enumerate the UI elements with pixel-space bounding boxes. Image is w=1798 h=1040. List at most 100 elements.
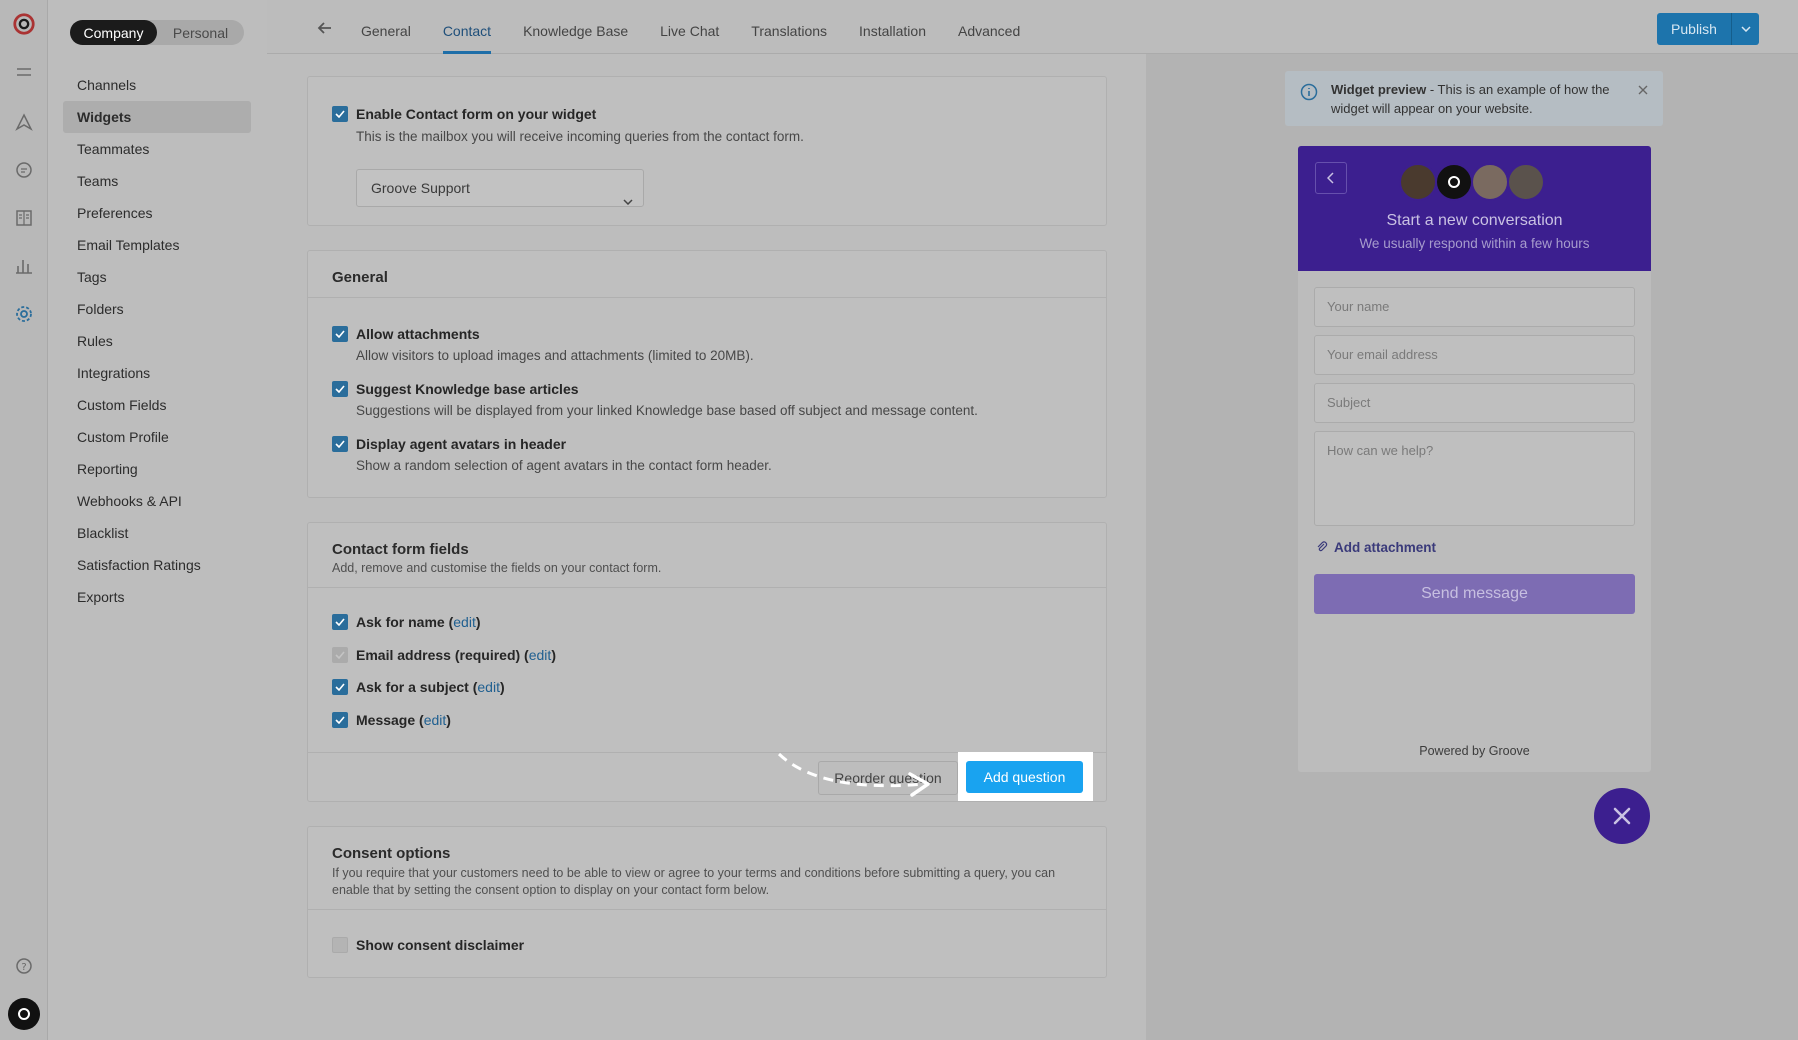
general-card: General Allow attachments Allow visitors… <box>307 250 1107 498</box>
sidebar-item-blacklist[interactable]: Blacklist <box>63 517 251 549</box>
app-rail: ? <box>0 0 48 1040</box>
mailbox-select[interactable]: Groove Support <box>356 169 644 207</box>
field-message-label: Message <box>356 712 416 728</box>
sidebar-item-preferences[interactable]: Preferences <box>63 197 251 229</box>
back-arrow-icon[interactable] <box>315 18 335 38</box>
top-bar: General Contact Knowledge Base Live Chat… <box>267 0 1531 54</box>
tab-general[interactable]: General <box>345 0 427 54</box>
consent-option-label: Show consent disclaimer <box>356 937 525 953</box>
navigation-arrow-icon[interactable] <box>12 110 36 134</box>
field-name-label: Ask for name <box>356 614 445 630</box>
field-name-row: Ask for name (edit) <box>356 614 481 630</box>
tab-knowledge-base[interactable]: Knowledge Base <box>507 0 644 54</box>
widget-title: Start a new conversation <box>1386 212 1563 229</box>
field-subject-checkbox[interactable] <box>332 679 348 695</box>
send-message-button[interactable]: Send message <box>1314 574 1635 614</box>
agent-avatar <box>1507 163 1545 201</box>
field-email-edit-link[interactable]: edit <box>529 647 552 663</box>
sidebar-item-tags[interactable]: Tags <box>63 261 251 293</box>
widget-subject-field[interactable]: Subject <box>1314 383 1635 423</box>
reports-icon[interactable] <box>12 254 36 278</box>
toggle-company[interactable]: Company <box>70 20 157 45</box>
widget-message-field[interactable]: How can we help? <box>1314 431 1635 526</box>
field-email-row: Email address (required) (edit) <box>356 647 556 663</box>
field-email-checkbox <box>332 647 348 663</box>
book-icon[interactable] <box>12 206 36 230</box>
sidebar-item-custom-fields[interactable]: Custom Fields <box>63 389 251 421</box>
consent-checkbox[interactable] <box>332 937 348 953</box>
company-personal-toggle[interactable]: Company Personal <box>70 20 244 45</box>
contact-fields-title: Contact form fields <box>332 541 469 558</box>
widget-back-chevron-icon[interactable] <box>1315 162 1347 194</box>
add-attachment-label: Add attachment <box>1334 540 1437 555</box>
sidebar-item-channels[interactable]: Channels <box>63 69 251 101</box>
sidebar-item-teammates[interactable]: Teammates <box>63 133 251 165</box>
contact-fields-desc: Add, remove and customise the fields on … <box>332 561 662 575</box>
widget-preview: Start a new conversation We usually resp… <box>1298 146 1651 772</box>
widget-name-field[interactable]: Your name <box>1314 287 1635 327</box>
help-icon[interactable]: ? <box>12 954 36 978</box>
add-attachment-link[interactable]: Add attachment <box>1316 540 1436 555</box>
close-widget-button[interactable] <box>1594 788 1650 844</box>
chevron-down-icon <box>623 182 633 218</box>
publish-button-group: Publish <box>1657 13 1759 45</box>
field-subject-label: Ask for a subject <box>356 679 469 695</box>
sidebar-item-exports[interactable]: Exports <box>63 581 251 613</box>
publish-dropdown-chevron-icon[interactable] <box>1731 13 1759 45</box>
tab-advanced[interactable]: Advanced <box>942 0 1036 54</box>
sidebar-item-folders[interactable]: Folders <box>63 293 251 325</box>
publish-button[interactable]: Publish <box>1657 13 1731 45</box>
agent-avatar <box>1435 163 1473 201</box>
widget-email-field[interactable]: Your email address <box>1314 335 1635 375</box>
user-avatar[interactable] <box>8 998 40 1030</box>
tab-translations[interactable]: Translations <box>735 0 843 54</box>
agent-avatars <box>1399 163 1545 201</box>
suggest-kb-checkbox[interactable] <box>332 381 348 397</box>
widget-subtitle: We usually respond within a few hours <box>1359 236 1590 251</box>
allow-attachments-label: Allow attachments <box>356 326 480 342</box>
sidebar-item-integrations[interactable]: Integrations <box>63 357 251 389</box>
close-info-icon[interactable] <box>1637 84 1649 96</box>
enable-contact-label: Enable Contact form on your widget <box>356 106 597 122</box>
mailbox-select-value: Groove Support <box>371 180 470 196</box>
chat-icon[interactable] <box>12 158 36 182</box>
tab-contact[interactable]: Contact <box>427 0 507 54</box>
display-avatars-checkbox[interactable] <box>332 436 348 452</box>
contact-fields-header: Contact form fields Add, remove and cust… <box>308 523 1106 588</box>
field-message-checkbox[interactable] <box>332 712 348 728</box>
sidebar-item-widgets[interactable]: Widgets <box>63 101 251 133</box>
sidebar-item-webhooks-api[interactable]: Webhooks & API <box>63 485 251 517</box>
enable-contact-checkbox[interactable] <box>332 106 348 122</box>
allow-attachments-checkbox[interactable] <box>332 326 348 342</box>
agent-avatar <box>1471 163 1509 201</box>
field-name-edit-link[interactable]: edit <box>453 614 476 630</box>
sidebar-item-rules[interactable]: Rules <box>63 325 251 357</box>
sidebar-item-custom-profile[interactable]: Custom Profile <box>63 421 251 453</box>
settings-sidebar: Company Personal Channels Widgets Teamma… <box>48 0 267 1040</box>
toggle-personal[interactable]: Personal <box>157 20 244 45</box>
field-name-checkbox[interactable] <box>332 614 348 630</box>
paperclip-icon <box>1317 541 1328 552</box>
widget-preview-info: Widget preview - This is an example of h… <box>1285 71 1663 126</box>
sidebar-item-reporting[interactable]: Reporting <box>63 453 251 485</box>
menu-icon[interactable] <box>12 60 36 84</box>
sidebar-item-satisfaction-ratings[interactable]: Satisfaction Ratings <box>63 549 251 581</box>
tutorial-arrow-icon <box>777 752 930 797</box>
add-question-button[interactable]: Add question <box>966 761 1083 793</box>
field-message-edit-link[interactable]: edit <box>424 712 447 728</box>
sidebar-item-teams[interactable]: Teams <box>63 165 251 197</box>
svg-text:?: ? <box>21 962 26 973</box>
tab-installation[interactable]: Installation <box>843 0 942 54</box>
settings-gear-icon[interactable] <box>12 302 36 326</box>
consent-card: Consent options If you require that your… <box>307 826 1107 978</box>
suggest-kb-label: Suggest Knowledge base articles <box>356 381 579 397</box>
general-card-title: General <box>332 269 388 286</box>
sidebar-item-email-templates[interactable]: Email Templates <box>63 229 251 261</box>
groove-logo-icon[interactable] <box>12 12 36 36</box>
tab-live-chat[interactable]: Live Chat <box>644 0 735 54</box>
widget-tabs: General Contact Knowledge Base Live Chat… <box>345 0 1036 54</box>
field-subject-edit-link[interactable]: edit <box>477 679 500 695</box>
widget-preview-title: Widget preview <box>1331 82 1427 97</box>
widget-preview-text: Widget preview - This is an example of h… <box>1331 80 1631 118</box>
allow-attachments-desc: Allow visitors to upload images and atta… <box>356 348 754 363</box>
